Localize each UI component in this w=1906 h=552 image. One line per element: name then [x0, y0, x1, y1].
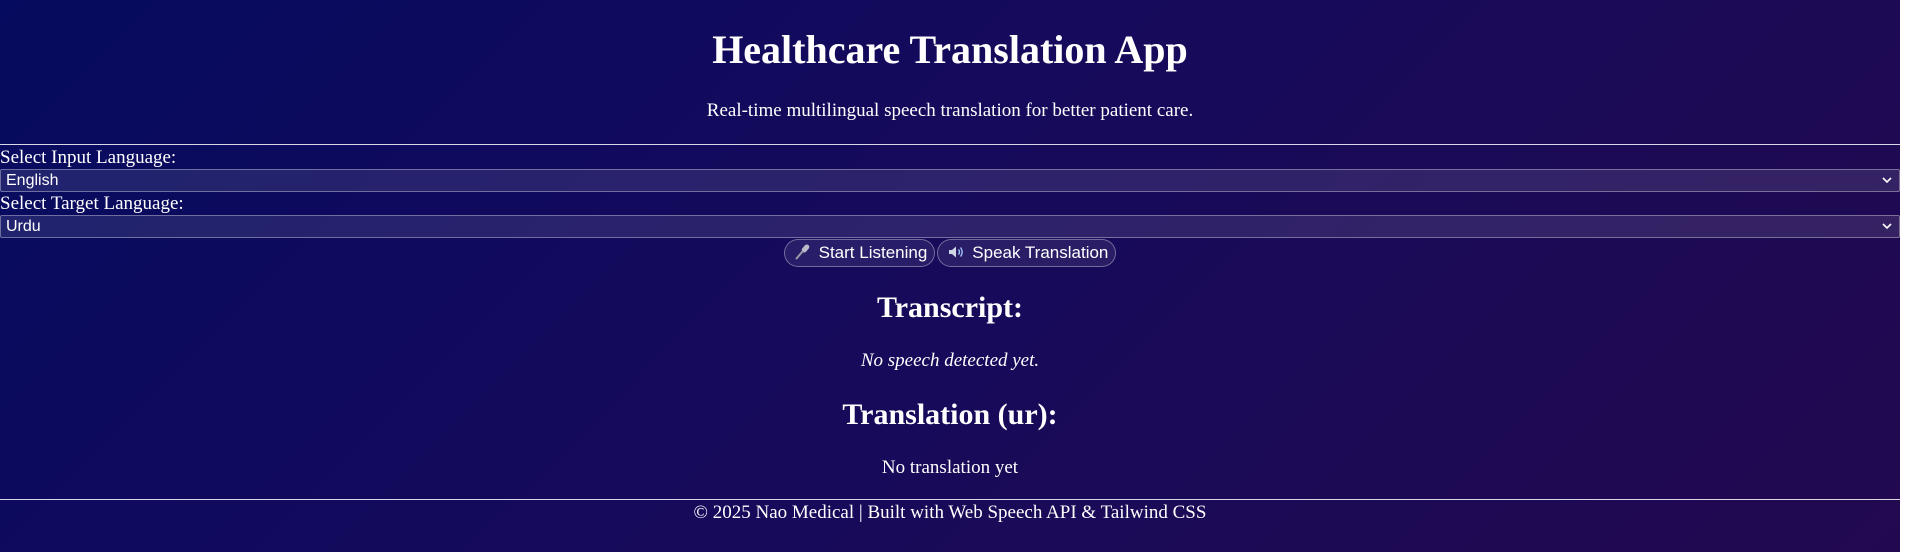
transcript-text: No speech detected yet.	[860, 350, 1040, 371]
start-listening-label: Start Listening	[818, 243, 928, 262]
microphone-icon	[795, 244, 809, 260]
translation-heading: Translation (ur):	[842, 398, 1058, 431]
chevron-down-icon	[1882, 177, 1892, 184]
target-language-select[interactable]: Urdu	[0, 215, 1900, 238]
target-language-label: Select Target Language:	[0, 193, 184, 214]
footer: © 2025 Nao Medical | Built with Web Spee…	[693, 502, 1207, 523]
app-page: Healthcare Translation App Real-time mul…	[0, 0, 1906, 552]
transcript-heading: Transcript:	[876, 291, 1024, 324]
header-divider	[0, 144, 1900, 145]
page-title: Healthcare Translation App	[712, 27, 1188, 72]
action-buttons: Start Listening Speak Translation	[0, 239, 1900, 267]
page-subtitle: Real-time multilingual speech translatio…	[706, 100, 1194, 121]
speak-translation-label: Speak Translation	[972, 243, 1109, 262]
input-language-value: English	[6, 172, 59, 189]
chevron-down-icon	[1882, 223, 1892, 230]
translation-text: No translation yet	[881, 457, 1019, 478]
input-language-label: Select Input Language:	[0, 147, 177, 168]
input-language-select[interactable]: English	[0, 169, 1900, 192]
start-listening-button[interactable]: Start Listening	[783, 239, 936, 267]
page-scrollbar[interactable]	[1900, 0, 1906, 552]
speaker-icon	[949, 246, 964, 258]
speak-translation-button[interactable]: Speak Translation	[937, 239, 1117, 267]
target-language-value: Urdu	[6, 218, 41, 235]
